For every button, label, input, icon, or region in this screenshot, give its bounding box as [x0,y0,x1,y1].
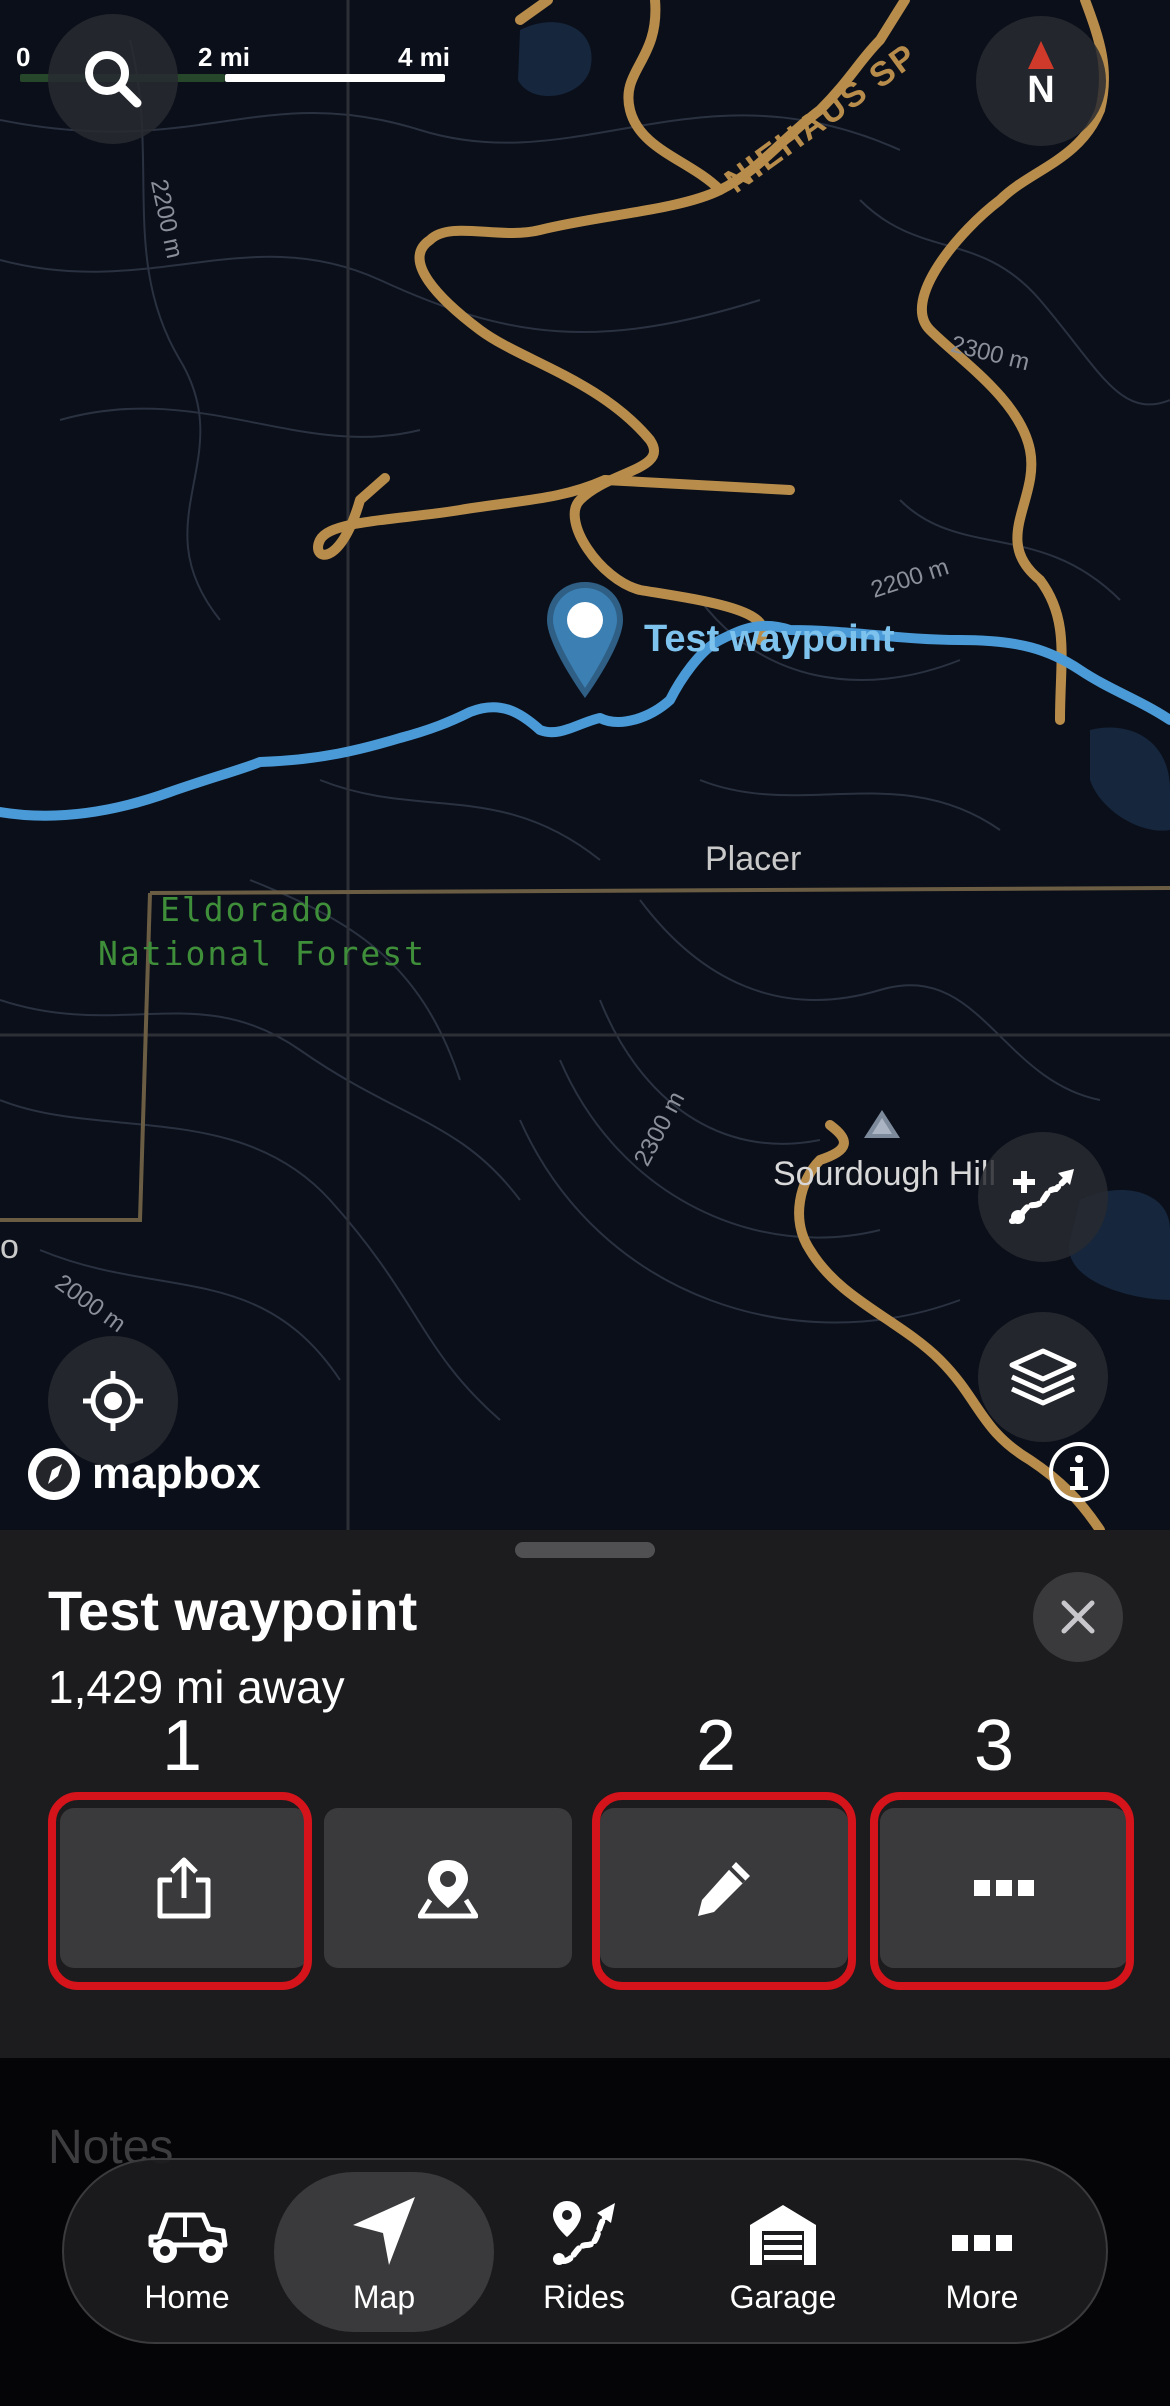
layers-icon [1009,1348,1077,1406]
compass-button[interactable]: N [976,16,1106,146]
highlight-box-more [870,1792,1134,1990]
highlight-box-share [48,1792,312,1990]
tab-label: Rides [543,2279,625,2315]
close-icon [1061,1600,1095,1634]
ellipsis-icon [952,2235,1012,2251]
utv-icon [148,2212,228,2263]
search-icon [85,51,142,108]
map-view[interactable]: 0 2 mi 4 mi N NIEHAUS SP 2200 m 2300 m 2… [0,0,1170,1530]
peak-icon [864,1110,900,1138]
tab-more[interactable]: More [892,2172,1072,2332]
tab-map[interactable]: Map [274,2172,494,2332]
scale-end-label: 4 mi [398,42,451,72]
info-button[interactable] [1047,1440,1111,1504]
edge-place-label: o [0,1228,19,1266]
mapbox-wordmark: mapbox [92,1449,261,1498]
tab-garage[interactable]: Garage [693,2172,873,2332]
mapbox-attribution[interactable]: mapbox [26,1444,261,1504]
close-button[interactable] [1033,1572,1123,1662]
highlight-number: 1 [162,1706,203,1786]
waypoint-map-label: Test waypoint [644,618,895,660]
add-route-button[interactable] [978,1132,1108,1262]
mapbox-logo-icon [28,1448,80,1500]
garage-icon [750,2205,816,2265]
forest-label-line2: National Forest [98,934,427,973]
navigate-pin-icon [418,1860,478,1919]
tab-home[interactable]: Home [97,2172,277,2332]
crosshair-icon [83,1371,143,1431]
scale-start-label: 0 [16,42,31,72]
add-route-icon [1009,1169,1074,1224]
tab-label: Map [352,2279,416,2315]
navigate-button[interactable] [324,1808,572,1968]
compass-label: N [1027,69,1055,111]
layers-button[interactable] [978,1312,1108,1442]
scale-mid-label: 2 mi [198,42,251,72]
highlight-number: 3 [974,1706,1015,1786]
info-icon [1049,1442,1109,1502]
tab-label: Home [144,2279,230,2315]
tab-label: More [945,2279,1019,2315]
navigation-arrow-icon [353,2197,415,2265]
forest-label-line1: Eldorado [160,890,335,929]
sheet-title: Test waypoint [48,1579,418,1642]
place-label: Placer [705,840,802,878]
waypoint-marker[interactable] [543,580,627,700]
peak-label: Sourdough Hill [773,1155,997,1193]
sheet-grabber[interactable] [515,1542,655,1558]
map-pin-icon [547,582,623,698]
tab-label: Garage [729,2279,837,2315]
compass-needle-icon [1028,41,1054,69]
search-button[interactable] [48,14,178,144]
tab-rides[interactable]: Rides [494,2172,674,2332]
highlight-number: 2 [696,1706,737,1786]
route-icon [553,2201,615,2265]
highlight-box-edit [592,1792,856,1990]
